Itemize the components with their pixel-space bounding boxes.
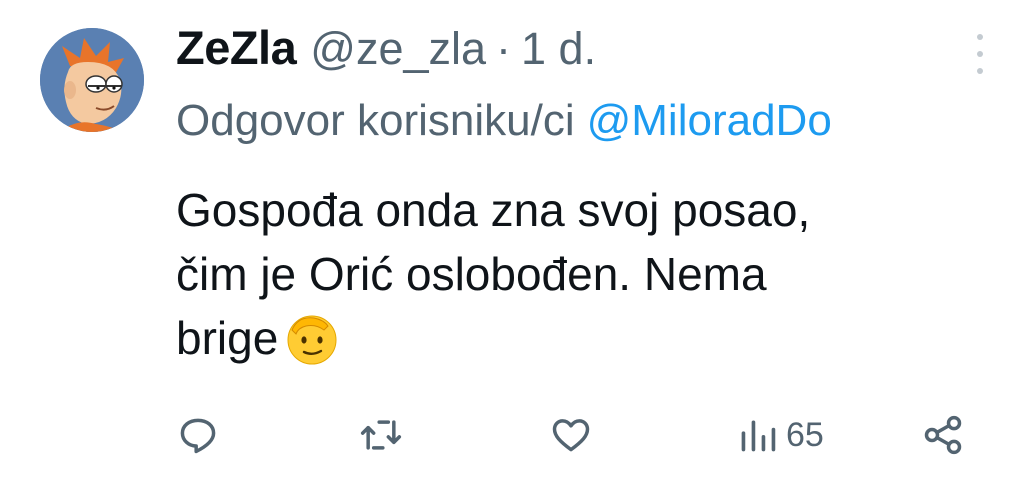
tweet-body: Gospođa onda zna svoj posao, čim je Orić… xyxy=(176,178,976,370)
reply-button[interactable] xyxy=(176,410,220,460)
tweet-actions: 65 xyxy=(176,410,996,460)
tweet[interactable]: ZeZla @ze_zla · 1 d. Odgovor korisniku/c… xyxy=(0,0,1024,480)
retweet-button[interactable] xyxy=(358,410,404,460)
more-options-icon[interactable] xyxy=(966,34,994,74)
avatar-image xyxy=(40,28,144,132)
views-button[interactable]: 65 xyxy=(738,410,824,460)
reply-mention-link[interactable]: @MiloradDo xyxy=(587,96,832,145)
reply-icon xyxy=(180,418,216,454)
tweet-header: ZeZla @ze_zla · 1 d. xyxy=(176,20,596,90)
avatar[interactable] xyxy=(40,28,144,132)
like-button[interactable] xyxy=(548,410,594,460)
display-name[interactable]: ZeZla xyxy=(176,20,297,75)
user-handle[interactable]: @ze_zla xyxy=(310,23,486,75)
share-button[interactable] xyxy=(920,410,966,460)
views-count: 65 xyxy=(786,415,824,454)
reply-context: Odgovor korisniku/ci @MiloradDo xyxy=(176,96,1024,146)
timestamp[interactable]: 1 d. xyxy=(521,23,596,75)
retweet-icon xyxy=(360,420,402,450)
saluting-face-icon xyxy=(287,315,337,365)
tweet-text-line: čim je Orić oslobođen. Nema xyxy=(176,248,767,300)
reply-label: Odgovor korisniku/ci xyxy=(176,96,575,145)
tweet-text-line: brige xyxy=(176,312,279,364)
separator-dot: · xyxy=(496,23,512,74)
tweet-text-line: Gospođa onda zna svoj posao, xyxy=(176,184,811,236)
tweet-text-line-last: brige xyxy=(176,306,976,370)
share-icon xyxy=(924,415,962,455)
heart-icon xyxy=(552,419,590,452)
views-icon xyxy=(741,420,776,452)
